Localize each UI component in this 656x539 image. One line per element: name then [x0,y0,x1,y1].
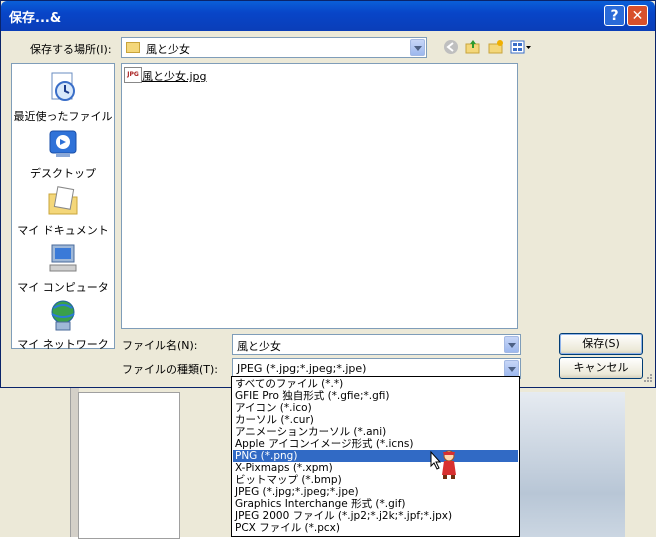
filename-value: 風と少女 [237,340,281,353]
chevron-down-icon[interactable] [504,336,519,353]
place-my-network[interactable]: マイ ネットワーク [12,298,114,352]
place-desktop[interactable]: デスクトップ [12,127,114,181]
filename-label: ファイル名(N): [122,339,198,352]
save-in-label: 保存する場所(I): [30,43,112,56]
dialog-title: 保存...& [9,11,62,26]
place-label: マイ コンピュータ [17,281,109,294]
background-white-pane [78,392,180,539]
save-dialog: 保存...& ? ✕ 保存する場所(I): 風と少女 最近使ったファイル デスク… [0,0,656,388]
folder-icon [126,42,140,53]
my-computer-icon [46,241,80,275]
jpg-file-icon: JPG [124,67,142,83]
filetype-option[interactable]: すべてのファイル (*.*) [233,378,518,390]
filetype-value: JPEG (*.jpg;*.jpeg;*.jpe) [237,362,367,375]
place-recent[interactable]: 最近使ったファイル [12,70,114,124]
help-button[interactable]: ? [604,5,625,26]
resize-grip[interactable] [641,373,653,385]
places-bar: 最近使ったファイル デスクトップ マイ ドキュメント マイ コンピュータ マイ … [11,63,115,352]
cursor-icon [430,449,462,484]
place-my-computer[interactable]: マイ コンピュータ [12,241,114,295]
filetype-option[interactable]: アニメーションカーソル (*.ani) [233,426,518,438]
save-in-combo[interactable]: 風と少女 [121,37,427,58]
filetype-label: ファイルの種類(T): [122,363,219,376]
chevron-down-icon[interactable] [410,39,425,56]
filetype-option[interactable]: JPEG (*.jpg;*.jpeg;*.jpe) [233,486,518,498]
title-bar[interactable]: 保存...& ? ✕ [1,1,655,31]
chevron-down-icon[interactable] [504,360,519,377]
place-label: 最近使ったファイル [13,110,113,123]
file-name: 風と少女.jpg [142,70,207,83]
filetype-option[interactable]: ビットマップ (*.bmp) [233,474,518,486]
save-button[interactable]: 保存(S) [559,333,643,355]
place-label: デスクトップ [30,167,96,180]
my-documents-icon [46,184,80,218]
filetype-option[interactable]: カーソル (*.cur) [233,414,518,426]
filetype-dropdown-list[interactable]: すべてのファイル (*.*) GFIE Pro 独自形式 (*.gfie;*.gf… [231,376,520,537]
recent-icon [46,70,80,104]
filetype-option[interactable]: GFIE Pro 独自形式 (*.gfie;*.gfi) [233,390,518,402]
my-network-icon [46,298,80,332]
filetype-option[interactable]: アイコン (*.ico) [233,402,518,414]
cancel-button[interactable]: キャンセル [559,357,643,379]
filetype-option[interactable]: JPEG 2000 ファイル (*.jp2;*.j2k;*.jpf;*.jpx) [233,510,518,522]
filetype-option[interactable]: PNG (*.png) [233,450,518,462]
place-label: マイ ドキュメント [17,224,109,237]
place-my-documents[interactable]: マイ ドキュメント [12,184,114,238]
save-in-value: 風と少女 [146,43,190,56]
desktop-icon [46,127,80,161]
filename-input[interactable]: 風と少女 [232,334,521,355]
filetype-option[interactable]: Apple アイコンイメージ形式 (*.icns) [233,438,518,450]
file-list[interactable]: JPG 風と少女.jpg [121,63,518,329]
filetype-option[interactable]: Graphics Interchange 形式 (*.gif) [233,498,518,510]
new-folder-icon[interactable] [486,39,506,57]
filetype-option[interactable]: X-Pixmaps (*.xpm) [233,462,518,474]
close-button[interactable]: ✕ [627,5,648,26]
back-icon[interactable] [441,39,461,57]
view-menu-icon[interactable] [509,39,533,57]
background-image-area [520,392,625,537]
place-label: マイ ネットワーク [17,338,109,351]
up-folder-icon[interactable] [463,39,483,57]
filetype-option[interactable]: PCX ファイル (*.pcx) [233,522,518,534]
